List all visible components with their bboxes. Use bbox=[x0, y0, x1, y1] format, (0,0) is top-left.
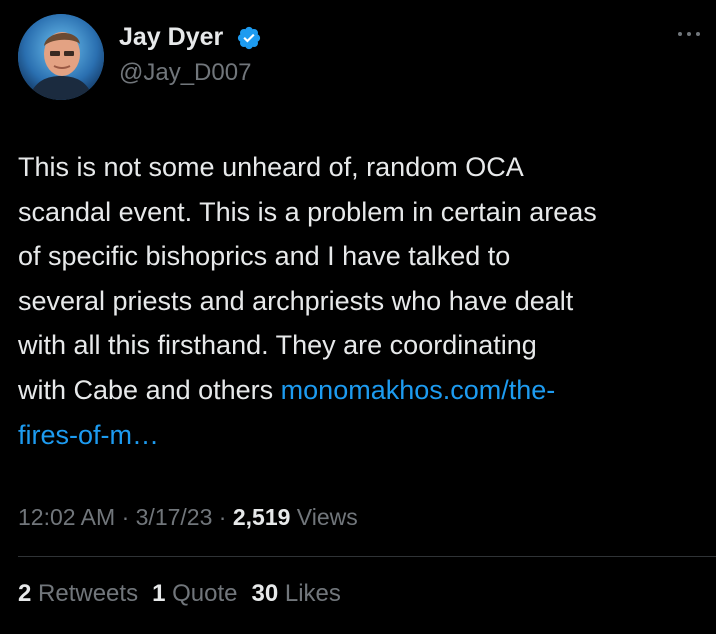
avatar[interactable] bbox=[18, 14, 104, 100]
retweets-count: 2 bbox=[18, 580, 32, 607]
tweet-line: scandal event. This is a problem in cert… bbox=[18, 196, 597, 227]
profile-photo bbox=[18, 14, 104, 100]
more-options-icon[interactable] bbox=[672, 24, 706, 44]
divider bbox=[18, 556, 716, 557]
tweet-line-text: with Cabe and others bbox=[18, 374, 281, 405]
likes-stat[interactable]: 30 Likes bbox=[251, 578, 340, 610]
tweet-time[interactable]: 12:02 AM bbox=[18, 504, 115, 530]
meta-separator: · bbox=[212, 504, 233, 530]
tweet-link-continuation[interactable]: fires-of-m… bbox=[18, 420, 159, 450]
quotes-stat[interactable]: 1 Quote bbox=[152, 578, 237, 610]
tweet-metadata: 12:02 AM · 3/17/23 · 2,519 Views bbox=[18, 501, 358, 533]
display-name[interactable]: Jay Dyer bbox=[119, 22, 223, 52]
tweet-line-with-link: with Cabe and others monomakhos.com/the- bbox=[18, 368, 710, 413]
views-count: 2,519 bbox=[232, 504, 291, 530]
likes-label: Likes bbox=[278, 580, 341, 607]
tweet-line: with all this firsthand. They are coordi… bbox=[18, 330, 537, 361]
quotes-label: Quote bbox=[165, 580, 238, 607]
retweets-label: Retweets bbox=[31, 580, 139, 607]
retweets-stat[interactable]: 2 Retweets bbox=[18, 578, 138, 610]
tweet-line: several priests and archpriests who have… bbox=[18, 285, 574, 316]
views-label: Views bbox=[290, 504, 358, 530]
quotes-count: 1 bbox=[152, 580, 166, 607]
tweet-link[interactable]: monomakhos.com/the- bbox=[281, 375, 556, 405]
user-handle[interactable]: @Jay_D007 bbox=[119, 58, 251, 88]
engagement-stats: 2 Retweets 1 Quote 30 Likes bbox=[18, 578, 355, 610]
tweet-text: This is not some unheard of, random OCA … bbox=[18, 145, 710, 457]
tweet-line-link-continuation: fires-of-m… bbox=[18, 413, 710, 458]
meta-separator: · bbox=[115, 504, 136, 530]
tweet-date[interactable]: 3/17/23 bbox=[136, 504, 213, 530]
likes-count: 30 bbox=[251, 580, 279, 607]
tweet-line: This is not some unheard of, random OCA bbox=[18, 152, 524, 182]
tweet-line: of specific bishoprics and I have talked… bbox=[18, 241, 511, 272]
verified-badge-icon bbox=[237, 26, 261, 50]
